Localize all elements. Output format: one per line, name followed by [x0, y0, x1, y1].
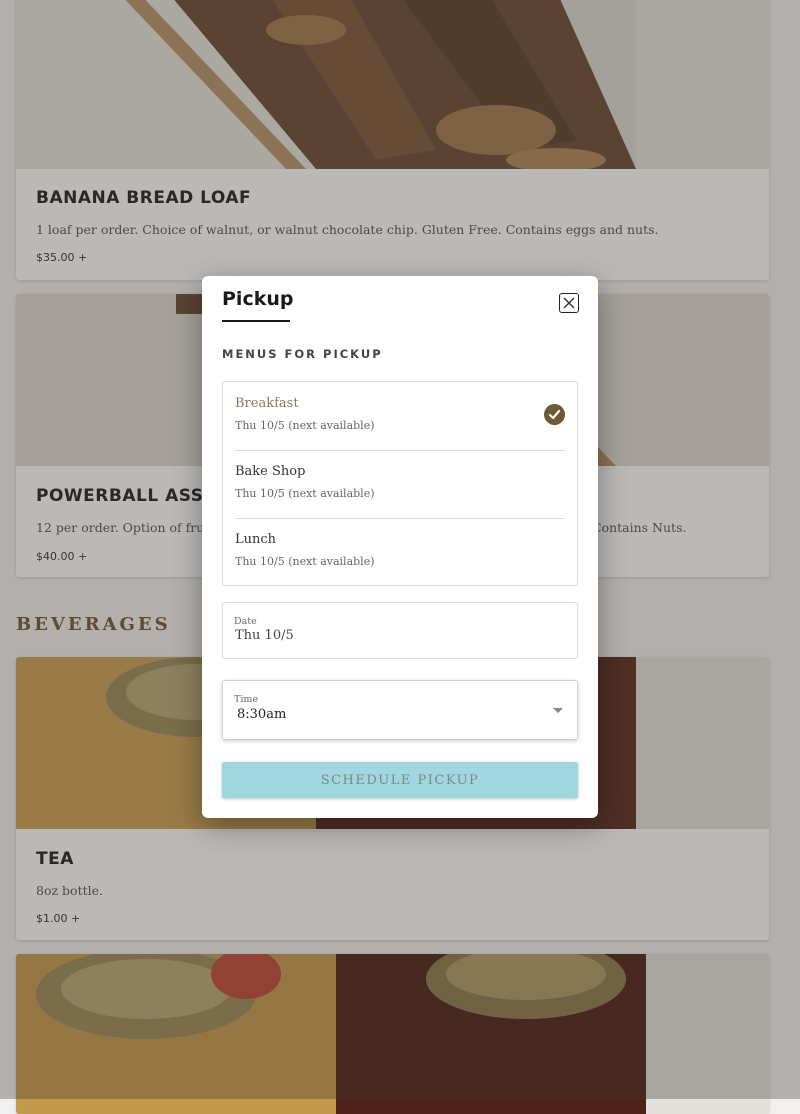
time-value: 8:30am	[237, 707, 287, 722]
menu-list: Breakfast Thu 10/5 (next available) Bake…	[222, 381, 578, 586]
date-value: Thu 10/5	[235, 628, 294, 643]
time-select[interactable]: Time 8:30am	[222, 680, 578, 740]
menu-option-availability: Thu 10/5 (next available)	[235, 555, 375, 568]
close-button[interactable]	[559, 293, 579, 313]
menu-option-availability: Thu 10/5 (next available)	[235, 487, 375, 500]
check-circle-icon	[544, 404, 565, 425]
date-label: Date	[234, 616, 257, 627]
menu-option-name: Lunch	[235, 532, 277, 547]
close-icon	[563, 297, 575, 309]
time-label: Time	[234, 694, 259, 705]
menu-option-availability: Thu 10/5 (next available)	[235, 419, 375, 432]
pickup-modal: Pickup MENUS FOR PICKUP Breakfast Thu 10…	[202, 276, 598, 818]
menu-option-lunch[interactable]: Lunch Thu 10/5 (next available)	[235, 518, 565, 586]
schedule-pickup-button[interactable]: SCHEDULE PICKUP	[222, 762, 578, 798]
menu-page: BANANA BREAD LOAF 1 loaf per order. Choi…	[0, 0, 800, 1114]
date-field[interactable]: Date Thu 10/5	[222, 602, 578, 659]
menu-option-bake-shop[interactable]: Bake Shop Thu 10/5 (next available)	[235, 450, 565, 519]
menu-option-name: Breakfast	[235, 396, 299, 411]
menus-subheading: MENUS FOR PICKUP	[222, 347, 383, 361]
menu-option-breakfast[interactable]: Breakfast Thu 10/5 (next available)	[235, 382, 565, 451]
chevron-down-icon	[553, 708, 563, 713]
modal-title: Pickup	[222, 288, 293, 322]
menu-option-name: Bake Shop	[235, 464, 306, 479]
